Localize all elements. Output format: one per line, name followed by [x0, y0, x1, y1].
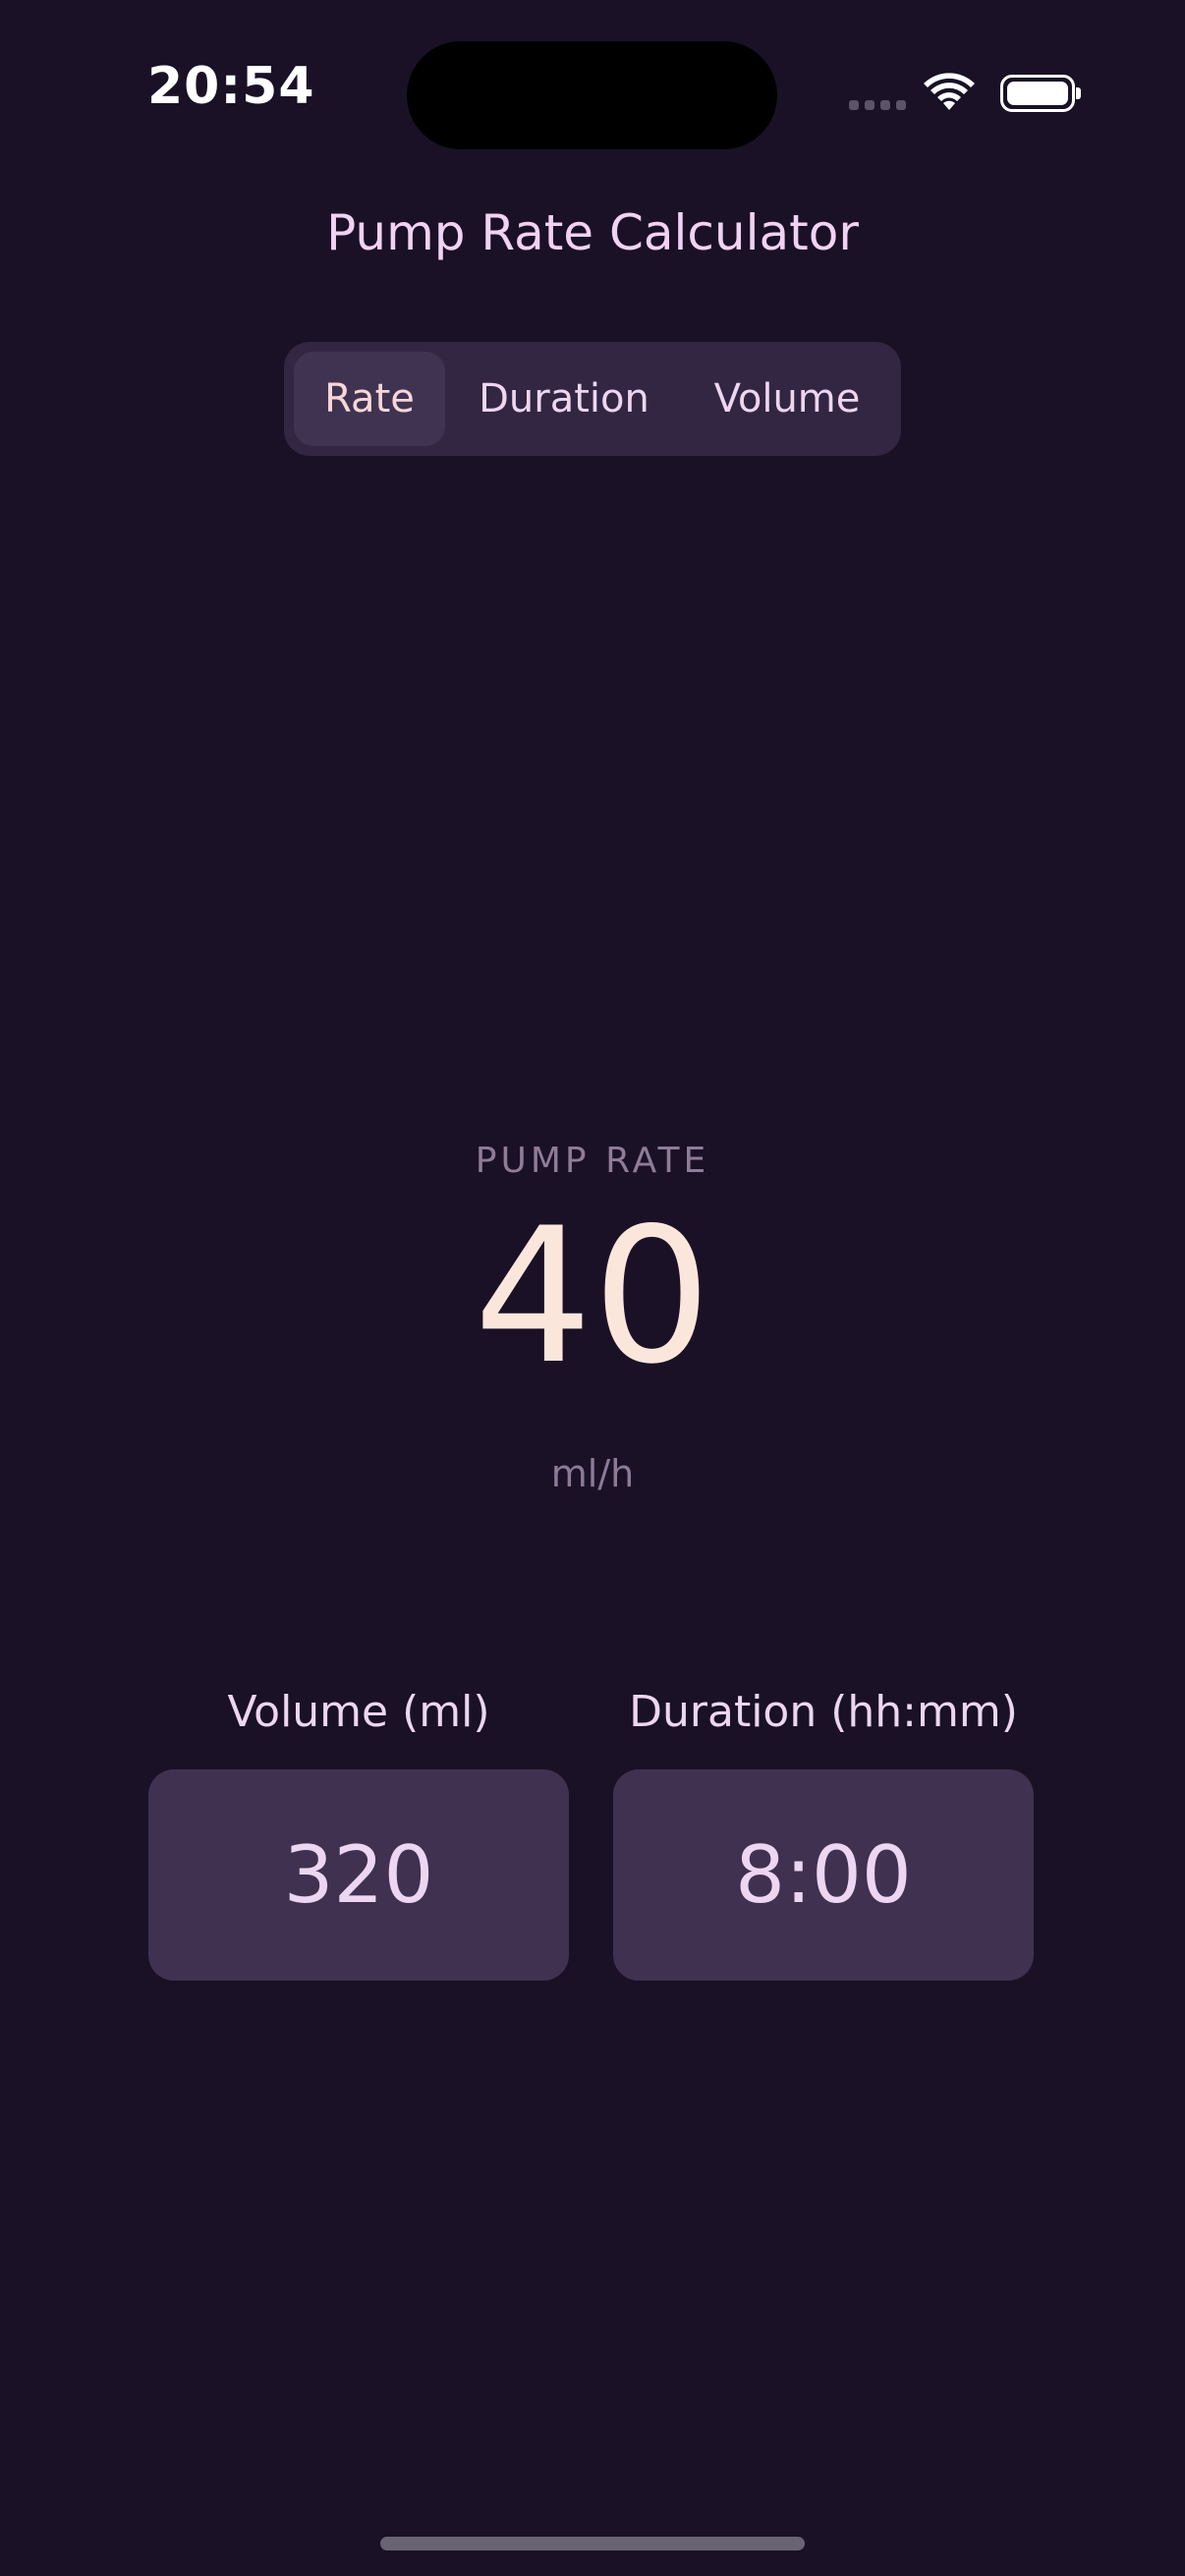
duration-label: Duration (hh:mm)	[629, 1687, 1018, 1737]
result-value: 40	[474, 1188, 711, 1405]
wifi-icon	[924, 73, 975, 110]
tab-volume[interactable]: Volume	[683, 352, 891, 446]
duration-input[interactable]: 8:00	[613, 1769, 1034, 1981]
volume-input[interactable]: 320	[148, 1769, 569, 1981]
tab-rate[interactable]: Rate	[294, 352, 445, 446]
home-indicator[interactable]	[380, 2537, 805, 2550]
status-time: 20:54	[147, 57, 315, 116]
result-unit: ml/h	[550, 1452, 635, 1495]
result-label: PUMP RATE	[475, 1141, 710, 1181]
mode-segmented-control: Rate Duration Volume	[284, 342, 901, 456]
page-title: Pump Rate Calculator	[326, 204, 859, 261]
tab-duration[interactable]: Duration	[459, 352, 669, 446]
volume-label: Volume (ml)	[227, 1687, 490, 1737]
battery-icon	[1000, 75, 1081, 112]
dynamic-island	[407, 41, 777, 149]
signal-dots-icon	[849, 100, 906, 112]
